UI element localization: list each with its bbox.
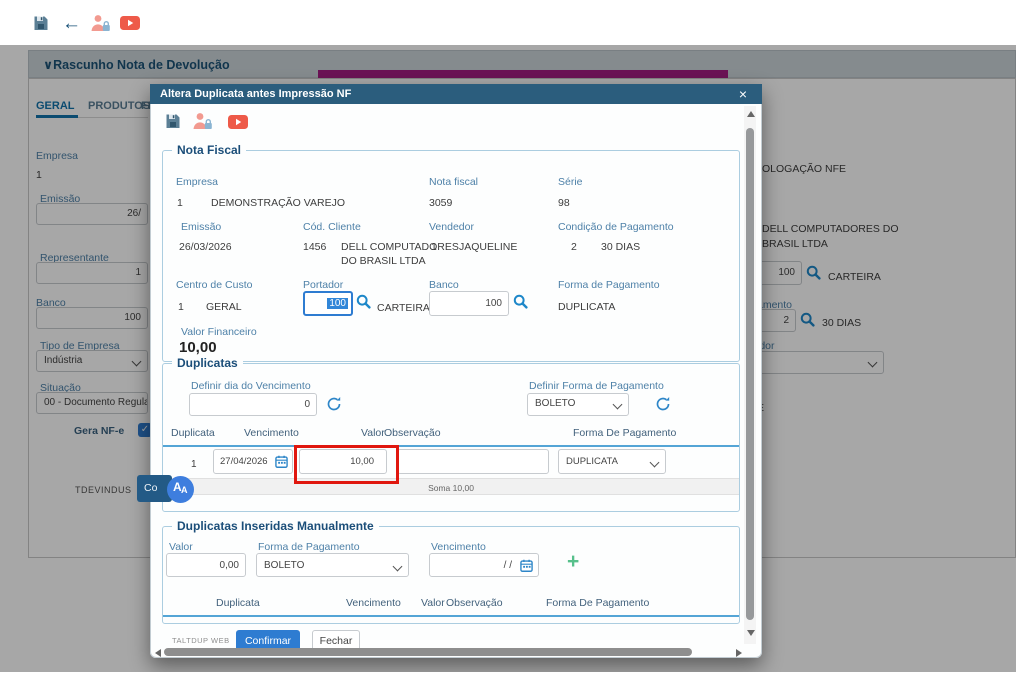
nf-emissao-label: Emissão	[181, 221, 222, 233]
chevron-down-icon	[392, 561, 403, 572]
man-valor-field[interactable]: 0,00	[166, 553, 246, 577]
chevron-down-icon	[612, 399, 623, 410]
duplicatas-manuais-fieldset: Duplicatas Inseridas Manualmente Valor F…	[162, 519, 740, 624]
dup-header-observacao: Observação	[384, 427, 441, 439]
save-icon[interactable]	[33, 15, 49, 32]
man-header-forma: Forma De Pagamento	[546, 597, 650, 609]
dup-header-duplicata: Duplicata	[171, 427, 215, 439]
nf-condicao-name: 30 DIAS	[601, 241, 641, 253]
scroll-left-icon[interactable]	[155, 649, 161, 657]
refresh-icon[interactable]	[326, 396, 342, 412]
man-forma-select[interactable]: BOLETO	[256, 553, 409, 577]
refresh-icon[interactable]	[655, 396, 671, 412]
man-header-vencimento: Vencimento	[346, 597, 401, 609]
nf-forma-label: Forma de Pagamento	[558, 279, 660, 291]
add-duplicata-icon[interactable]: +	[567, 551, 579, 572]
nf-cliente-label: Cód. Cliente	[303, 221, 361, 233]
man-valor-label: Valor	[169, 541, 193, 553]
man-vencimento-label: Vencimento	[431, 541, 486, 553]
man-forma-label: Forma de Pagamento	[258, 541, 360, 553]
table-header-divider	[163, 615, 739, 617]
man-header-duplicata: Duplicata	[216, 597, 260, 609]
scroll-right-icon[interactable]	[736, 649, 742, 657]
man-header-observacao: Observação	[446, 597, 503, 609]
user-lock-icon[interactable]	[90, 14, 111, 32]
valor-annotation-highlight	[294, 445, 399, 484]
soma-row: Soma 10,00	[163, 478, 739, 495]
nf-banco-field[interactable]: 100	[429, 291, 509, 316]
nf-empresa-code: 1	[177, 197, 183, 209]
search-icon[interactable]	[356, 294, 371, 309]
table-header-divider	[163, 445, 739, 447]
nota-fiscal-legend: Nota Fiscal	[172, 143, 247, 157]
search-icon[interactable]	[513, 294, 528, 309]
dup-row-observacao-field[interactable]	[397, 449, 549, 474]
altera-duplicata-dialog: Altera Duplicata antes Impressão NF × No…	[150, 84, 762, 658]
nf-portador-desc: CARTEIRA	[377, 302, 430, 314]
dup-row-forma-select[interactable]: DUPLICATA	[558, 449, 666, 474]
nf-valor-financeiro-label: Valor Financeiro	[181, 326, 257, 338]
nf-empresa-name: DEMONSTRAÇÃO VAREJO	[211, 197, 345, 209]
dup-header-valor: Valor	[361, 427, 385, 439]
nf-nota-value: 3059	[429, 197, 453, 209]
nf-portador-field[interactable]: 100	[303, 291, 353, 316]
duplicatas-manuais-legend: Duplicatas Inseridas Manualmente	[172, 519, 379, 533]
nf-condicao-label: Condição de Pagamento	[558, 221, 674, 233]
nf-vendedor-name: JAQUELINE	[459, 241, 518, 253]
duplicatas-legend: Duplicatas	[172, 356, 243, 370]
definir-dia-label: Definir dia do Vencimento	[191, 380, 311, 392]
man-header-valor: Valor	[421, 597, 445, 609]
nota-fiscal-fieldset: Nota Fiscal Empresa Nota fiscal Série 1 …	[162, 143, 740, 362]
horizontal-scroll-thumb[interactable]	[164, 648, 692, 656]
workarea: ∨Rascunho Nota de Devolução GERAL PRODUT…	[0, 45, 1016, 672]
purple-progress-bar	[318, 70, 728, 78]
nf-emissao-value: 26/03/2026	[179, 241, 232, 253]
duplicatas-fieldset: Duplicatas Definir dia do Vencimento 0 D…	[162, 356, 740, 512]
dup-header-forma: Forma De Pagamento	[573, 427, 677, 439]
scroll-up-icon[interactable]	[747, 111, 755, 117]
vertical-scroll-thumb[interactable]	[746, 128, 754, 620]
nf-serie-value: 98	[558, 197, 570, 209]
dup-header-vencimento: Vencimento	[244, 427, 299, 439]
close-icon[interactable]: ×	[735, 86, 751, 102]
nf-empresa-label: Empresa	[176, 176, 219, 188]
main-toolbar: ←	[0, 0, 1024, 45]
chevron-down-icon	[649, 457, 660, 468]
youtube-icon[interactable]	[120, 16, 140, 31]
dup-row-number: 1	[191, 459, 197, 470]
scroll-down-icon[interactable]	[747, 630, 755, 636]
translate-floating-button[interactable]: A A	[167, 476, 194, 503]
dialog-title: Altera Duplicata antes Impressão NF	[160, 88, 352, 100]
calendar-icon[interactable]	[520, 559, 533, 572]
nf-cliente-name-line1: DELL COMPUTADORES	[341, 241, 459, 253]
definir-dia-field[interactable]: 0	[189, 393, 317, 416]
nf-serie-label: Série	[558, 176, 583, 188]
nf-vendedor-label: Vendedor	[429, 221, 474, 233]
nf-centro-code: 1	[178, 301, 184, 313]
nf-banco-label: Banco	[429, 279, 459, 291]
definir-forma-select[interactable]: BOLETO	[527, 393, 629, 416]
nf-cliente-code: 1456	[303, 241, 327, 253]
back-arrow-icon[interactable]: ←	[62, 14, 81, 33]
calendar-icon[interactable]	[275, 455, 288, 468]
nf-vendedor-code: 1	[431, 241, 437, 253]
nf-centro-label: Centro de Custo	[176, 279, 253, 291]
save-icon[interactable]	[165, 113, 181, 130]
nf-nota-label: Nota fiscal	[429, 176, 479, 188]
dup-row-vencimento-field[interactable]: 27/04/2026	[213, 449, 293, 474]
nf-portador-label: Portador	[303, 279, 344, 291]
definir-forma-label: Definir Forma de Pagamento	[529, 380, 664, 392]
nf-forma-value: DUPLICATA	[558, 301, 616, 313]
youtube-icon[interactable]	[228, 115, 248, 130]
nf-cliente-name-line2: DO BRASIL LTDA	[341, 255, 426, 267]
nf-centro-name: GERAL	[206, 301, 242, 313]
man-vencimento-field[interactable]: / /	[429, 553, 539, 577]
nf-valor-financeiro-value: 10,00	[179, 339, 217, 356]
program-id-label: TALTDUP WEB	[172, 636, 230, 645]
nf-condicao-code: 2	[571, 241, 577, 253]
user-lock-icon[interactable]	[192, 112, 213, 130]
dialog-titlebar[interactable]: Altera Duplicata antes Impressão NF ×	[150, 84, 762, 104]
